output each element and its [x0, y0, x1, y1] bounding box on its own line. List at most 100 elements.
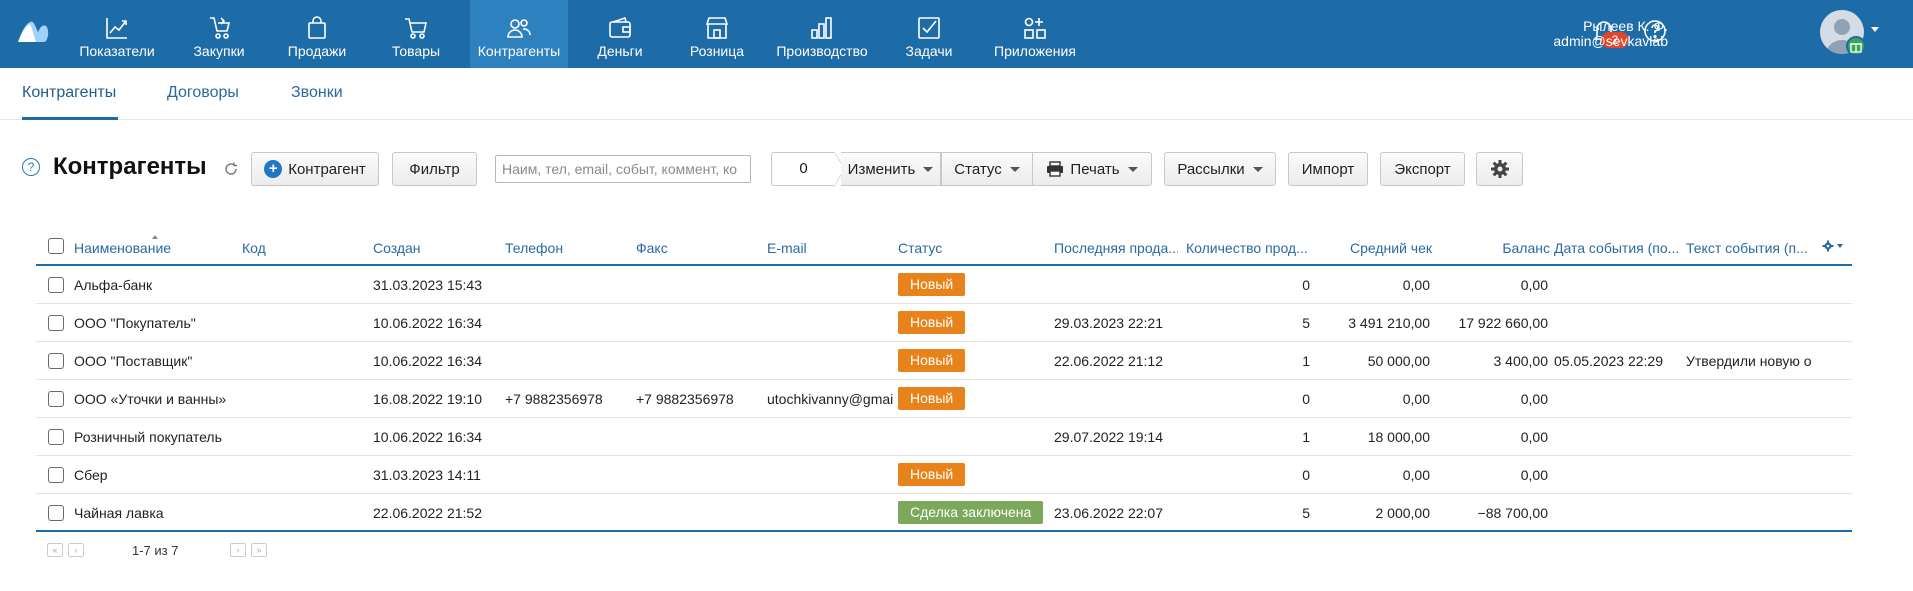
nav-item-production[interactable]: Производство [772, 0, 872, 68]
cell-sales-count: 5 [1302, 315, 1310, 331]
apps-icon [1024, 17, 1046, 39]
status-badge[interactable]: Новый [898, 311, 966, 334]
search-input[interactable] [495, 155, 751, 183]
nav-item-goods[interactable]: Товары [376, 0, 456, 68]
cell-name[interactable]: Альфа-банк [74, 277, 239, 293]
print-button[interactable]: Печать [1032, 152, 1152, 186]
tab-calls[interactable]: Звонки [291, 84, 343, 102]
prev-page-button[interactable]: ‹ [68, 543, 84, 557]
nav-item-sales[interactable]: Продажи [276, 0, 358, 68]
cell-sales-count: 0 [1302, 277, 1310, 293]
active-tab-indicator [22, 117, 118, 120]
cell-sales-count: 1 [1302, 353, 1310, 369]
status-badge[interactable]: Новый [898, 387, 966, 410]
nav-item-retail[interactable]: Розница [676, 0, 758, 68]
filter-button[interactable]: Фильтр [392, 152, 477, 186]
last-page-button[interactable]: » [251, 543, 267, 557]
import-button[interactable]: Импорт [1288, 152, 1368, 186]
nav-item-money[interactable]: Деньги [582, 0, 658, 68]
row-checkbox[interactable] [48, 353, 64, 369]
column-header-fax[interactable]: Факс [636, 240, 756, 256]
nav-item-counterparties[interactable]: Контрагенты [470, 0, 568, 68]
tab-counterparties[interactable]: Контрагенты [22, 84, 116, 102]
change-button[interactable]: Изменить [841, 152, 941, 186]
table-row[interactable]: Сбер 31.03.2023 14:11 Новый 0 0,00 0,00 [36, 456, 1852, 494]
table-row[interactable]: Чайная лавка 22.06.2022 21:52 Сделка зак… [36, 494, 1852, 532]
settings-button[interactable] [1476, 152, 1523, 186]
add-counterparty-label: Контрагент [288, 160, 366, 178]
nav-item-purchases[interactable]: Закупки [180, 0, 258, 68]
row-checkbox[interactable] [48, 277, 64, 293]
export-button[interactable]: Экспорт [1380, 152, 1465, 186]
status-badge[interactable]: Новый [898, 273, 966, 296]
chevron-down-icon[interactable] [1871, 27, 1879, 32]
row-checkbox[interactable] [48, 429, 64, 445]
nav-item-indicators[interactable]: Показатели [68, 0, 166, 68]
cell-email[interactable]: utochkivanny@gmail [767, 391, 893, 407]
cell-avg-check: 50 000,00 [1367, 353, 1430, 369]
cell-name[interactable]: ООО "Покупатель" [74, 315, 239, 331]
cell-name[interactable]: Розничный покупатель [74, 429, 239, 445]
row-checkbox[interactable] [48, 505, 64, 521]
logo-icon[interactable] [16, 18, 50, 44]
user-email[interactable]: admin@sevkavlab [1553, 34, 1668, 49]
status-badge[interactable]: Новый [898, 463, 966, 486]
cell-last-sale: 22.06.2022 21:12 [1054, 353, 1163, 369]
cell-avg-check: 0,00 [1402, 277, 1430, 293]
nav-item-apps[interactable]: Приложения [986, 0, 1084, 68]
column-header-balance[interactable]: Баланс [1436, 240, 1550, 256]
people-icon [507, 19, 531, 38]
cell-name[interactable]: ООО «Уточки и ванны» [74, 391, 239, 407]
column-header-avg-check[interactable]: Средний чек [1316, 240, 1432, 256]
cell-last-sale: 29.03.2023 22:21 [1054, 315, 1163, 331]
column-header-last-sale[interactable]: Последняя прода... [1054, 240, 1178, 256]
row-checkbox[interactable] [48, 391, 64, 407]
cell-name[interactable]: ООО "Поставщик" [74, 353, 239, 369]
column-settings-icon[interactable] [1822, 240, 1846, 252]
row-checkbox[interactable] [48, 315, 64, 331]
column-header-event-date[interactable]: Дата события (по... [1554, 240, 1680, 256]
nav-item-label: Товары [391, 43, 441, 59]
table-row[interactable]: Альфа-банк 31.03.2023 15:43 Новый 0 0,00… [36, 266, 1852, 304]
pager-range: 1-7 из 7 [132, 543, 179, 558]
column-header-email[interactable]: E-mail [767, 240, 887, 256]
cart-icon [405, 18, 427, 39]
table-row[interactable]: ООО «Уточки и ванны» 16.08.2022 19:10 +7… [36, 380, 1852, 418]
first-page-button[interactable]: « [47, 543, 63, 557]
top-navigation-bar: Показатели Закупки Продажи Товары Контра… [0, 0, 1913, 68]
row-checkbox[interactable] [48, 467, 64, 483]
table-row[interactable]: Розничный покупатель 10.06.2022 16:34 29… [36, 418, 1852, 456]
page-title: Контрагенты [53, 153, 207, 180]
column-header-event-text[interactable]: Текст события (п... [1686, 240, 1812, 256]
column-header-name[interactable]: Наименование [74, 240, 234, 256]
column-header-sales-count[interactable]: Количество прод... [1186, 240, 1310, 256]
column-header-created[interactable]: Создан [373, 240, 493, 256]
tab-contracts[interactable]: Договоры [167, 84, 239, 102]
add-counterparty-button[interactable]: + Контрагент [251, 152, 379, 186]
cell-name[interactable]: Чайная лавка [74, 505, 239, 521]
table-row[interactable]: ООО "Покупатель" 10.06.2022 16:34 Новый … [36, 304, 1852, 342]
table-row[interactable]: ООО "Поставщик" 10.06.2022 16:34 Новый 2… [36, 342, 1852, 380]
column-header-code[interactable]: Код [242, 240, 342, 256]
gear-icon [1490, 160, 1509, 178]
status-badge[interactable]: Сделка заключена [898, 501, 1044, 524]
caret-down-icon [923, 166, 934, 172]
nav-item-tasks[interactable]: Задачи [890, 0, 968, 68]
page-help-icon[interactable]: ? [22, 158, 40, 176]
import-label: Импорт [1301, 160, 1355, 178]
user-name[interactable]: Рылеев К. Ф. [1583, 19, 1668, 34]
cell-sales-count: 0 [1302, 391, 1310, 407]
status-button[interactable]: Статус [941, 152, 1033, 186]
mailing-button[interactable]: Рассылки [1164, 152, 1276, 186]
column-header-phone[interactable]: Телефон [505, 240, 625, 256]
change-label: Изменить [847, 160, 916, 178]
status-badge[interactable]: Новый [898, 349, 966, 372]
next-page-button[interactable]: › [230, 543, 246, 557]
cell-balance: −88 700,00 [1477, 505, 1548, 521]
cell-avg-check: 18 000,00 [1367, 429, 1430, 445]
cell-name[interactable]: Сбер [74, 467, 239, 483]
nav-item-label: Розница [689, 43, 745, 59]
nav-item-label: Продажи [287, 43, 347, 59]
column-header-status[interactable]: Статус [898, 240, 1038, 256]
refresh-icon[interactable] [224, 162, 238, 176]
